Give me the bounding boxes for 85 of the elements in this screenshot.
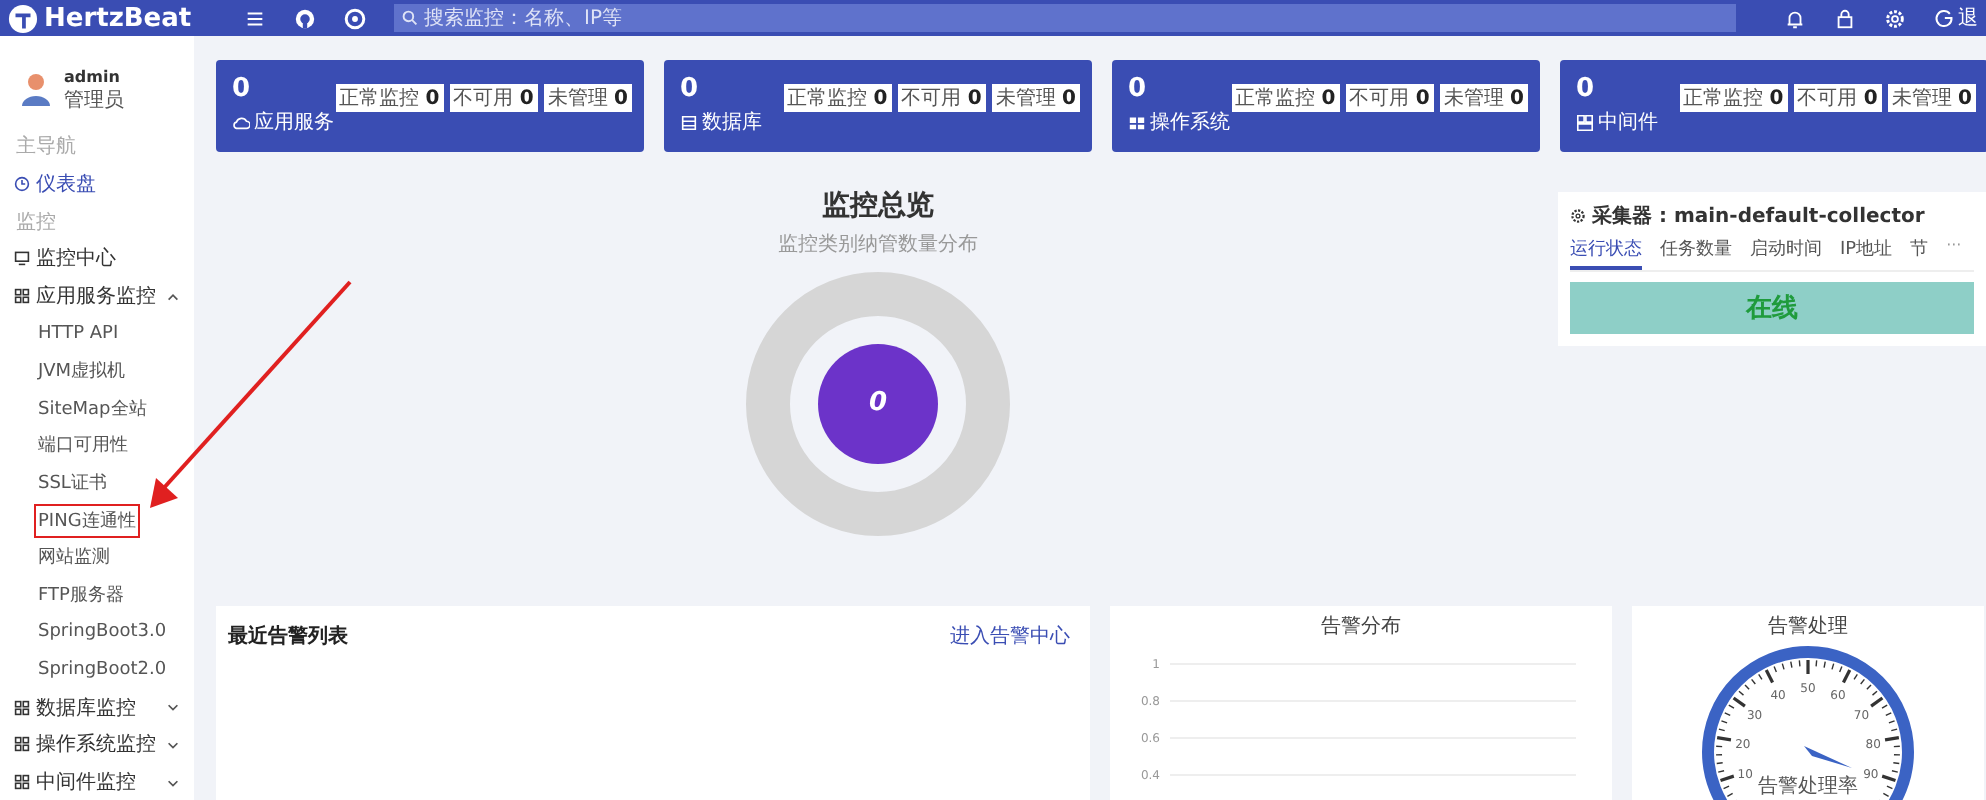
nav-subitem[interactable]: SiteMap全站 <box>34 391 151 426</box>
logout-text: 退 <box>1958 5 1978 32</box>
status-tag: 未管理 0 <box>1887 83 1976 112</box>
collector-title: 采集器 : main-default-collector <box>1592 203 1925 230</box>
grid-icon <box>14 774 30 791</box>
caret-icon <box>166 289 180 304</box>
logo-text: HertzBeat <box>44 3 192 33</box>
search-icon <box>402 10 418 26</box>
nav-group[interactable]: 应用服务监控 <box>0 277 194 315</box>
card-label: 操作系统 <box>1150 109 1230 137</box>
nav-subitem[interactable]: HTTP API <box>34 319 123 348</box>
logout-menu[interactable]: 退 <box>1934 4 1978 32</box>
grid-icon <box>14 288 30 305</box>
overview-title: 监控总览 <box>822 187 934 224</box>
collector-tab[interactable]: 运行状态 <box>1570 235 1642 270</box>
caret-icon <box>166 738 180 752</box>
nav-group[interactable]: 操作系统监控 <box>0 726 194 764</box>
caret-icon <box>166 700 180 715</box>
nav-subitem[interactable]: PING连通性 <box>34 503 140 538</box>
status-tag: 未管理 0 <box>543 83 632 112</box>
panel-title: 告警处理 <box>1768 613 1848 640</box>
cloud-icon <box>232 113 250 132</box>
nav-subitem[interactable]: SSL证书 <box>34 466 111 501</box>
settings-icon[interactable] <box>1884 7 1906 29</box>
caret-icon <box>166 775 180 790</box>
avatar-icon <box>20 72 52 108</box>
panel-title: 告警分布 <box>1321 613 1401 640</box>
status-tag: 不可用 0 <box>449 83 538 112</box>
nav-group[interactable]: 数据库监控 <box>0 688 194 726</box>
nav-item[interactable]: 仪表盘 <box>0 165 194 203</box>
grid-icon <box>14 736 30 753</box>
nav-subitem[interactable]: SpringBoot2.0 <box>34 655 171 684</box>
collector-tab[interactable]: IP地址 <box>1840 235 1893 270</box>
status-tag: 正常监控 0 <box>783 83 892 112</box>
nav-subitem[interactable]: FTP服务器 <box>34 578 128 613</box>
menu-icon[interactable] <box>244 7 266 29</box>
summary-card[interactable]: 0 操作系统 正常监控 0 不可用 0 未管理 0 <box>1112 60 1540 152</box>
status-tag: 不可用 0 <box>1345 83 1434 112</box>
search-field[interactable]: 搜索监控：名称、IP等 <box>394 4 1736 32</box>
nav-subitem[interactable]: 端口可用性 <box>34 428 132 463</box>
nav-item[interactable]: 监控中心 <box>0 240 194 278</box>
clock-icon <box>14 176 30 193</box>
summary-card[interactable]: 0 中间件 正常监控 0 不可用 0 未管理 0 <box>1560 60 1986 152</box>
nav-heading: 监控 <box>16 209 56 236</box>
user-role: 管理员 <box>64 90 124 114</box>
status-tag: 未管理 0 <box>1439 83 1528 112</box>
summary-card[interactable]: 0 应用服务 正常监控 0 不可用 0 未管理 0 <box>216 60 644 152</box>
bell-icon[interactable] <box>1784 7 1806 29</box>
monitor-icon <box>14 250 30 267</box>
grid-icon <box>14 699 30 716</box>
status-tag: 不可用 0 <box>897 83 986 112</box>
settings-icon <box>1570 207 1586 224</box>
card-count: 0 <box>680 74 701 105</box>
middleware-icon <box>1576 113 1594 132</box>
logout-icon <box>1934 8 1954 28</box>
alert-center-link[interactable]: 进入告警中心 <box>950 622 1070 650</box>
status-tag: 正常监控 0 <box>335 83 444 112</box>
total-count: 0 <box>868 388 888 419</box>
nav-heading: 主导航 <box>16 133 76 161</box>
status-tag: 未管理 0 <box>991 83 1080 112</box>
status-banner: 在线 <box>1570 281 1974 334</box>
card-label: 中间件 <box>1598 109 1658 137</box>
card-count: 0 <box>1576 74 1597 105</box>
nav-subitem[interactable]: 网站监测 <box>34 540 114 575</box>
circle-icon[interactable] <box>344 7 366 29</box>
collector-tab[interactable]: 启动时间 <box>1750 235 1822 270</box>
collector-tab[interactable]: 节 <box>1910 235 1929 270</box>
status-tag: 正常监控 0 <box>1679 83 1788 112</box>
nav-subitem[interactable]: JVM虚拟机 <box>34 353 130 388</box>
status-tag: 正常监控 0 <box>1231 83 1340 112</box>
database-icon <box>680 113 698 132</box>
status-tag: 不可用 0 <box>1793 83 1882 112</box>
lock-icon[interactable] <box>1834 7 1856 29</box>
card-count: 0 <box>1128 74 1149 105</box>
panel-title: 最近告警列表 <box>228 623 348 650</box>
nav-subitem[interactable]: SpringBoot3.0 <box>34 618 171 647</box>
summary-card[interactable]: 0 数据库 正常监控 0 不可用 0 未管理 0 <box>664 60 1092 152</box>
card-label: 应用服务 <box>254 109 334 137</box>
card-label: 数据库 <box>702 109 762 137</box>
collector-tab[interactable]: 任务数量 <box>1660 235 1732 270</box>
overview-subtitle: 监控类别纳管数量分布 <box>778 231 978 258</box>
card-count: 0 <box>232 74 253 105</box>
user-name: admin <box>64 66 122 90</box>
gauge-caption: 告警处理率 <box>1758 776 1858 798</box>
nav-group[interactable]: 中间件监控 <box>0 763 194 800</box>
